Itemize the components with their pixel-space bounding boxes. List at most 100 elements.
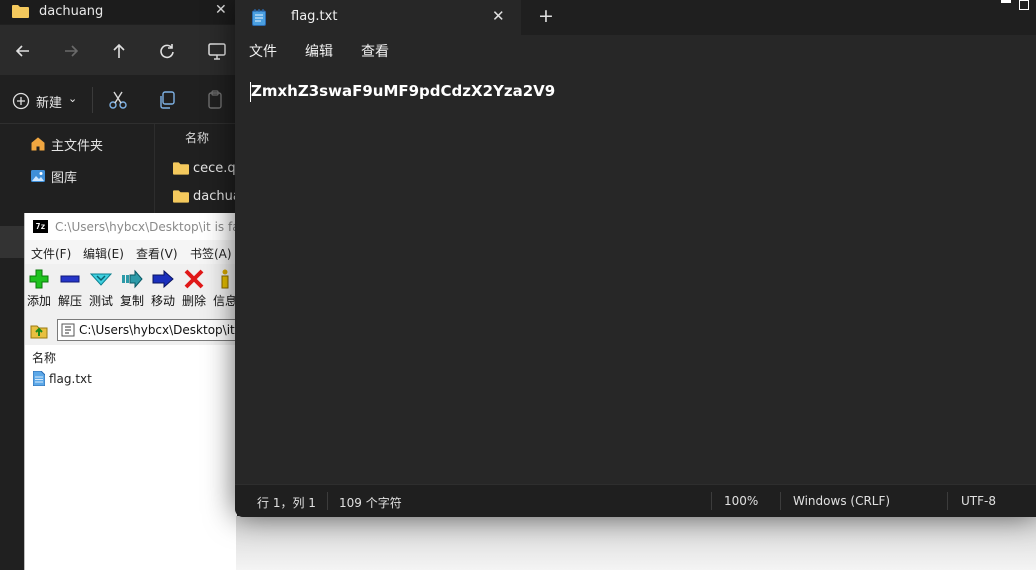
gallery-icon bbox=[31, 170, 45, 182]
explorer-nav-bar bbox=[0, 25, 240, 75]
new-button[interactable]: 新建 ⌄ bbox=[12, 90, 77, 112]
notepad-icon bbox=[252, 9, 266, 26]
cursor-position: 行 1，列 1 bbox=[257, 496, 316, 510]
editor-content: ZmxhZ3swaF9uMF9pdCdzX2Yza2V9 bbox=[251, 82, 556, 100]
test-button[interactable]: 测试 bbox=[89, 268, 113, 309]
column-header-name[interactable]: 名称 bbox=[32, 349, 56, 366]
explorer-tab-bar: dachuang ✕ bbox=[0, 0, 240, 24]
menu-file[interactable]: 文件 bbox=[249, 41, 277, 61]
folder-icon bbox=[173, 189, 189, 203]
copy-button[interactable]: 复制 bbox=[120, 268, 144, 309]
new-button-label: 新建 bbox=[36, 95, 63, 111]
maximize-icon[interactable] bbox=[1019, 0, 1029, 10]
path-field[interactable]: C:\Users\hybcx\Desktop\it bbox=[57, 319, 237, 341]
up-arrow-icon[interactable] bbox=[108, 40, 130, 62]
status-divider bbox=[780, 492, 781, 510]
move-icon bbox=[152, 269, 174, 289]
folder-icon bbox=[173, 161, 189, 175]
sidebar-item-gallery[interactable]: 图库 bbox=[30, 166, 77, 186]
delete-button[interactable]: 删除 bbox=[182, 268, 206, 309]
text-editor[interactable]: ZmxhZ3swaF9uMF9pdCdzX2Yza2V9 bbox=[235, 65, 1036, 484]
text-file-icon bbox=[33, 371, 45, 386]
paste-icon[interactable] bbox=[205, 90, 225, 110]
zoom-level[interactable]: 100% bbox=[724, 494, 758, 508]
notepad-tab-strip: flag.txt ✕ + bbox=[235, 0, 1036, 35]
back-arrow-icon[interactable] bbox=[12, 40, 34, 62]
character-count: 109 个字符 bbox=[339, 496, 402, 510]
explorer-tab-title[interactable]: dachuang bbox=[39, 4, 103, 19]
text-caret bbox=[250, 82, 251, 102]
tool-label: 删除 bbox=[182, 294, 207, 308]
status-divider bbox=[711, 492, 712, 510]
notepad-tab[interactable]: flag.txt ✕ bbox=[235, 0, 521, 35]
copy-icon bbox=[122, 269, 143, 289]
tool-label: 添加 bbox=[27, 294, 52, 308]
7zip-toolbar: 添加 解压 测试 复制 移动 删除 信息 bbox=[25, 264, 237, 312]
refresh-icon[interactable] bbox=[156, 40, 178, 62]
menu-edit[interactable]: 编辑(E) bbox=[83, 245, 124, 262]
7zip-window-title: C:\Users\hybcx\Desktop\it is fake.z bbox=[55, 220, 264, 234]
archive-icon bbox=[61, 323, 75, 337]
7zip-menu-bar: 文件(F) 编辑(E) 查看(V) 书签(A) bbox=[25, 240, 237, 264]
this-pc-icon[interactable] bbox=[206, 40, 228, 62]
status-bar: 行 1，列 1 109 个字符 100% Windows (CRLF) UTF-… bbox=[235, 484, 1036, 517]
test-icon bbox=[90, 273, 112, 286]
status-divider bbox=[947, 492, 948, 510]
file-name: flag.txt bbox=[49, 371, 92, 386]
delete-icon bbox=[184, 269, 204, 289]
explorer-lower-pane bbox=[0, 234, 24, 570]
forward-arrow-icon[interactable] bbox=[60, 40, 82, 62]
add-icon bbox=[29, 269, 49, 289]
new-tab-plus-icon[interactable]: + bbox=[538, 5, 554, 27]
file-name: cece.qi bbox=[193, 160, 240, 176]
status-divider bbox=[327, 492, 328, 510]
info-button[interactable]: 信息 bbox=[213, 268, 237, 309]
encoding[interactable]: UTF-8 bbox=[961, 494, 996, 508]
menu-view[interactable]: 查看(V) bbox=[136, 245, 178, 262]
column-header-name[interactable]: 名称 bbox=[185, 129, 209, 146]
7zip-address-bar: C:\Users\hybcx\Desktop\it bbox=[25, 316, 237, 344]
menu-file[interactable]: 文件(F) bbox=[31, 245, 71, 262]
extract-icon bbox=[60, 275, 80, 283]
info-icon bbox=[221, 269, 229, 289]
plus-circle-icon bbox=[12, 92, 30, 110]
minimize-icon[interactable] bbox=[1001, 0, 1011, 3]
copy-icon[interactable] bbox=[157, 90, 177, 110]
line-ending[interactable]: Windows (CRLF) bbox=[793, 494, 890, 508]
7zip-title-bar: 7z C:\Users\hybcx\Desktop\it is fake.z bbox=[25, 213, 264, 240]
sidebar-selected-item[interactable] bbox=[0, 226, 24, 258]
7zip-logo-icon: 7z bbox=[33, 220, 48, 233]
tool-label: 信息 bbox=[213, 294, 238, 308]
explorer-tab-close-icon[interactable]: ✕ bbox=[215, 2, 227, 18]
sidebar-item-label: 主文件夹 bbox=[51, 138, 104, 154]
sidebar-item-label: 图库 bbox=[51, 170, 78, 186]
menu-bookmarks[interactable]: 书签(A) bbox=[190, 245, 232, 262]
tool-label: 解压 bbox=[58, 294, 83, 308]
menu-edit[interactable]: 编辑 bbox=[305, 41, 333, 61]
move-button[interactable]: 移动 bbox=[151, 268, 175, 309]
menu-view[interactable]: 查看 bbox=[361, 41, 389, 61]
notepad-menu-bar: 文件 编辑 查看 bbox=[235, 35, 1036, 65]
notepad-window: flag.txt ✕ + 文件 编辑 查看 ZmxhZ3swaF9uMF9pdC… bbox=[235, 0, 1036, 517]
add-button[interactable]: 添加 bbox=[27, 268, 51, 309]
tool-label: 测试 bbox=[89, 294, 114, 308]
cut-icon[interactable] bbox=[108, 90, 128, 110]
list-item[interactable]: cece.qi bbox=[173, 159, 239, 177]
list-item[interactable]: dachua bbox=[173, 187, 241, 205]
tool-label: 复制 bbox=[120, 294, 145, 308]
command-bar-divider bbox=[92, 87, 93, 113]
chevron-down-icon: ⌄ bbox=[68, 92, 78, 105]
folder-up-icon[interactable] bbox=[29, 320, 49, 340]
extract-button[interactable]: 解压 bbox=[58, 268, 82, 309]
desktop-area bbox=[236, 516, 1036, 570]
folder-icon bbox=[12, 5, 29, 18]
path-text: C:\Users\hybcx\Desktop\it bbox=[79, 323, 235, 337]
sidebar-item-home[interactable]: 主文件夹 bbox=[30, 134, 103, 154]
tool-label: 移动 bbox=[151, 294, 176, 308]
list-item[interactable]: flag.txt bbox=[33, 371, 92, 386]
notepad-tab-title: flag.txt bbox=[291, 9, 338, 24]
7zip-file-list: 名称 flag.txt bbox=[25, 345, 237, 570]
file-name: dachua bbox=[193, 188, 241, 204]
tab-close-icon[interactable]: ✕ bbox=[492, 7, 505, 25]
explorer-command-bar: 新建 ⌄ bbox=[0, 75, 240, 124]
